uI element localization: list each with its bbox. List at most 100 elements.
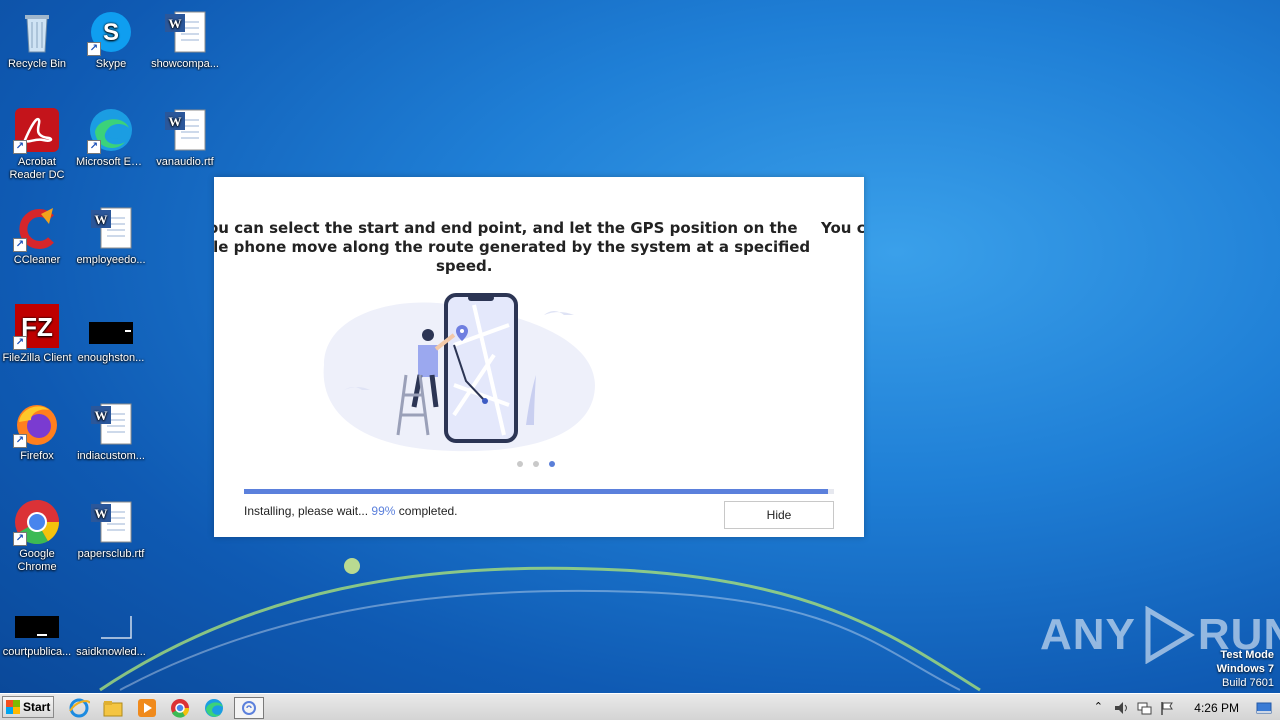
slide-caption-line: speed. (436, 257, 493, 275)
svg-text:W: W (169, 16, 182, 31)
status-percent: 99% (371, 504, 396, 518)
ccleaner-icon: ↗ (13, 204, 61, 252)
volume-icon[interactable] (1113, 700, 1129, 716)
svg-text:W: W (169, 114, 182, 129)
status-text: Installing, please wait... (244, 504, 369, 518)
recycle-bin-icon (13, 8, 61, 56)
desktop-icon-label: employeedo... (76, 254, 146, 266)
slide-caption: ile phone move along the route generated… (214, 238, 810, 257)
acrobat-icon: ↗ (13, 106, 61, 154)
desktop-icon-label: Recycle Bin (7, 58, 67, 70)
shortcut-arrow-icon: ↗ (87, 42, 101, 56)
desktop-icon-papersclub[interactable]: W papersclub.rtf (74, 498, 148, 561)
blank-file-icon (87, 302, 135, 350)
desktop-icon-edge[interactable]: ↗ Microsoft Edge (74, 106, 148, 169)
desktop-icon-showcompa[interactable]: W showcompa... (148, 8, 222, 71)
carousel-dot-active[interactable] (549, 461, 555, 467)
internet-explorer-icon[interactable] (68, 697, 90, 719)
install-progress-bar (244, 489, 834, 494)
show-desktop-icon[interactable] (1256, 700, 1272, 716)
play-icon (1145, 606, 1195, 664)
desktop-icon-label: Firefox (20, 450, 54, 462)
edge-taskbar-icon[interactable] (203, 697, 225, 719)
slide-caption: speed. (436, 257, 492, 276)
desktop-icon-label: Skype (95, 58, 127, 70)
shortcut-arrow-icon: ↗ (13, 238, 27, 252)
shortcut-arrow-icon: ↗ (87, 140, 101, 154)
carousel-dot[interactable] (517, 461, 523, 467)
installer-taskbar-button[interactable] (234, 697, 264, 719)
file-explorer-icon[interactable] (102, 697, 124, 719)
network-icon[interactable] (1136, 700, 1152, 716)
desktop-icon-label: enoughston... (77, 352, 145, 364)
slide-caption-line: ou can select the start and end point, a… (214, 219, 798, 237)
carousel-indicator (517, 461, 555, 467)
word-document-icon: W (161, 106, 209, 154)
desktop-icon-skype[interactable]: S ↗ Skype (74, 8, 148, 71)
system-tray: ⌃ 4:26 PM (1090, 694, 1280, 720)
taskbar: Start ⌃ 4:26 PM (0, 693, 1280, 720)
desktop-icon-label: Google Chrome (17, 548, 57, 573)
filezilla-icon: FZ ↗ (13, 302, 61, 350)
shortcut-arrow-icon: ↗ (13, 532, 27, 546)
os-name-line: Windows 7 (1216, 663, 1274, 675)
svg-text:W: W (95, 408, 108, 423)
desktop-icon-vanaudio[interactable]: W vanaudio.rtf (148, 106, 222, 169)
desktop-icon-ccleaner[interactable]: ↗ CCleaner (0, 204, 74, 267)
desktop-icon-label: vanaudio.rtf (156, 156, 214, 168)
shortcut-arrow-icon: ↗ (13, 434, 27, 448)
desktop-icon-acrobat[interactable]: ↗ Acrobat Reader DC (0, 106, 74, 182)
status-text: completed. (398, 504, 458, 518)
start-label: Start (23, 700, 51, 714)
carousel-dot[interactable] (533, 461, 539, 467)
desktop-icon-label: FileZilla Client (2, 352, 72, 364)
desktop-icon-saidknowled[interactable]: saidknowled... (74, 596, 148, 659)
desktop-icon-label: papersclub.rtf (77, 548, 145, 560)
next-slide-caption: You c (821, 219, 864, 238)
installer-dialog: ou can select the start and end point, a… (214, 177, 864, 537)
desktop-icon-label: courtpublica... (2, 646, 72, 658)
desktop-icon-courtpublica[interactable]: courtpublica... (0, 596, 74, 659)
gps-route-illustration (323, 293, 595, 452)
desktop-icon-firefox[interactable]: ↗ Firefox (0, 400, 74, 463)
start-button[interactable]: Start (2, 696, 54, 718)
blank-file-icon (13, 596, 61, 644)
svg-text:S: S (103, 19, 119, 46)
slide-caption-line: You c (821, 219, 864, 237)
install-progress-fill (244, 489, 829, 494)
desktop-icon-recycle-bin[interactable]: Recycle Bin (0, 8, 74, 71)
chrome-taskbar-icon[interactable] (169, 697, 191, 719)
desktop-icon-label: Acrobat Reader DC (9, 156, 65, 181)
desktop-icon-chrome[interactable]: ↗ Google Chrome (0, 498, 74, 574)
desktop-icon-indiacustom[interactable]: W indiacustom... (74, 400, 148, 463)
action-center-flag-icon[interactable] (1159, 700, 1175, 716)
desktop-icon-enoughston[interactable]: enoughston... (74, 302, 148, 365)
skype-icon: S ↗ (87, 8, 135, 56)
chrome-icon: ↗ (13, 498, 61, 546)
firefox-icon: ↗ (13, 400, 61, 448)
test-mode-label: Test Mode Windows 7 Build 7601 (1217, 648, 1274, 690)
desktop-icon-employeedo[interactable]: W employeedo... (74, 204, 148, 267)
slide-caption: ou can select the start and end point, a… (214, 219, 798, 238)
shortcut-arrow-icon: ↗ (13, 140, 27, 154)
desktop-icon-label: saidknowled... (76, 646, 146, 658)
hide-button[interactable]: Hide (724, 501, 834, 529)
svg-text:W: W (95, 506, 108, 521)
watermark-text: ANY (1040, 610, 1136, 659)
svg-text:W: W (95, 212, 108, 227)
desktop-icon-label: indiacustom... (77, 450, 145, 462)
shortcut-arrow-icon: ↗ (13, 336, 27, 350)
install-status: Installing, please wait... 99% completed… (244, 504, 458, 518)
slide-caption-line: ile phone move along the route generated… (214, 238, 811, 256)
show-hidden-icons-icon[interactable]: ⌃ (1090, 700, 1106, 716)
clock[interactable]: 4:26 PM (1194, 701, 1239, 715)
installer-app-icon (242, 701, 256, 715)
word-document-icon: W (87, 498, 135, 546)
test-mode-line: Test Mode (1220, 649, 1274, 661)
blank-file-icon (87, 596, 135, 644)
media-player-icon[interactable] (136, 697, 158, 719)
desktop-icon-filezilla[interactable]: FZ ↗ FileZilla Client (0, 302, 74, 365)
word-document-icon: W (161, 8, 209, 56)
desktop-icon-label: Microsoft Edge (76, 156, 148, 168)
word-document-icon: W (87, 400, 135, 448)
